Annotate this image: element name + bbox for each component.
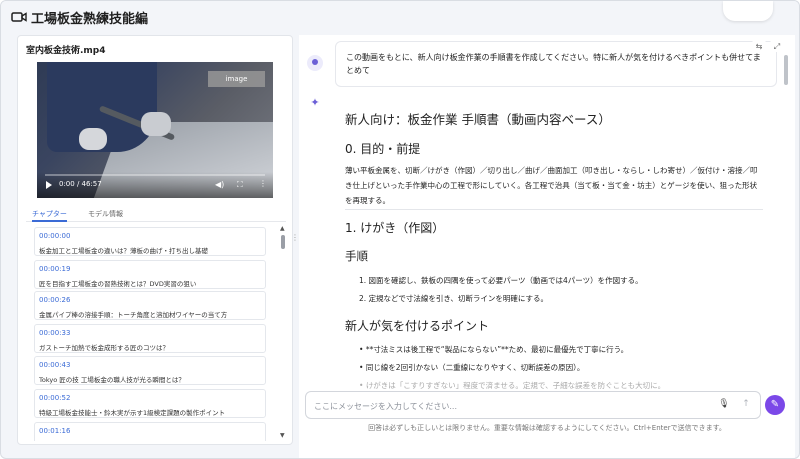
chapter-item[interactable]: 00:00:52 特級工場板金技能士・鈴木実が示す1級検定課題の製作ポイント [34, 389, 266, 418]
user-message: この動画をもとに、新人向け板金作業の手順書を作成してください。特に新人が気を付け… [335, 40, 784, 87]
user-avatar-icon [307, 55, 323, 71]
step-text: 定規などで寸法線を引き、切断ラインを明確にする。 [368, 294, 548, 303]
chapter-desc: 金属パイプ棒の溶接手順：トーチ角度と溶加材ワイヤーの当て方 [39, 311, 228, 319]
message-input-box[interactable]: 🎙 ↑ [305, 391, 761, 419]
list-item: • 同じ線を2回引かない（二重線になりやすく、切断誤差の原因）。 [359, 363, 585, 372]
chapter-time: 00:00:43 [39, 361, 71, 369]
chapter-desc: 匠を目指す工場板金の習熟技術とは？DVD実習の狙い [39, 280, 197, 288]
video-glove [141, 112, 171, 136]
scroll-up-icon[interactable]: ▲ [280, 225, 285, 232]
chapter-time: 00:00:00 [39, 232, 71, 240]
resize-handle-icon[interactable]: ⋮⋮ [291, 233, 307, 243]
chapter-time: 00:01:16 [39, 427, 71, 435]
divider-line [345, 209, 763, 210]
answer-title: 新人向け：板金作業 手順書（動画内容ベース） [345, 112, 611, 127]
chapter-time: 00:00:19 [39, 265, 71, 273]
expand-icon[interactable]: ⤢ [770, 40, 784, 52]
chapter-desc: 板金加工と工場板金の違いは？薄板の曲げ・打ち出し基礎 [39, 247, 208, 255]
point-text: 同じ線を2回引かない（二重線になりやすく、切断誤差の原因）。 [365, 363, 585, 372]
swap-icon[interactable]: ⇆ [752, 40, 766, 52]
chat-panel: この動画をもとに、新人向け板金作業の手順書を作成してください。特に新人が気を付け… [299, 35, 795, 458]
video-controls: 0:00 / 46:57 ◀) ⛶ ⋮ [37, 172, 273, 198]
video-glove [79, 128, 107, 150]
app-window: 工場板金熟練技能編 室内板金技術.mp4 image 0:00 / 46:57 … [0, 0, 800, 459]
more-options-icon[interactable]: ⋮ [259, 179, 267, 188]
list-item: 1. 図面を確認し、鉄板の四隅を使って必要パーツ（動画では4パーツ）を作図する。 [359, 276, 643, 285]
play-icon[interactable] [46, 181, 52, 189]
chapter-item[interactable]: 00:00:19 匠を目指す工場板金の習熟技術とは？DVD実習の狙い [34, 260, 266, 289]
scroll-thumb[interactable] [784, 55, 788, 85]
chapter-desc: 特級工場板金技能士・鈴木実が示す1級検定課題の製作ポイント [39, 409, 226, 417]
send-arrow-icon[interactable]: ↑ [740, 399, 752, 413]
chapter-item[interactable]: 00:00:43 Tokyo 匠の技 工場板金の職人技が光る瞬間とは？ [34, 356, 266, 385]
chat-scrollbar[interactable] [784, 41, 788, 376]
chapter-list: 00:00:00 板金加工と工場板金の違いは？薄板の曲げ・打ち出し基礎 00:0… [26, 223, 290, 441]
scroll-thumb[interactable] [281, 235, 285, 249]
page-title: 工場板金熟練技能編 [31, 12, 149, 27]
video-time: 0:00 / 46:57 [59, 180, 102, 188]
chapter-item[interactable]: 00:00:00 板金加工と工場板金の違いは？薄板の曲げ・打ち出し基礎 [34, 227, 266, 256]
video-camera-icon [11, 12, 27, 22]
header-bar: 工場板金熟練技能編 [1, 1, 799, 35]
chapter-desc: Tokyo 匠の技 工場板金の職人技が光る瞬間とは？ [39, 376, 185, 384]
section-heading: 0. 目的・前提 [345, 142, 421, 156]
tab-model-info[interactable]: モデル情報 [88, 208, 123, 222]
list-item: • **寸法ミスは後工程で“製品にならない”**ため、最初に最優先で丁寧に行う。 [359, 345, 629, 354]
chapter-item[interactable]: 00:00:26 金属パイプ棒の溶接手順：トーチ角度と溶加材ワイヤーの当て方 [34, 291, 266, 320]
step-text: 図面を確認し、鉄板の四隅を使って必要パーツ（動画では4パーツ）を作図する。 [368, 276, 643, 285]
point-text: **寸法ミスは後工程で“製品にならない”**ため、最初に最優先で丁寧に行う。 [365, 345, 629, 354]
top-menu-button[interactable] [723, 1, 773, 21]
answer-paragraph: 薄い平板金属を、切断／けがき（作図）／切り出し／曲げ／曲面加工（叩き出し・ならし… [345, 166, 758, 205]
image-tag: image [208, 71, 265, 87]
chapter-item[interactable]: 00:00:33 ガストーチ加熱で板金成形する匠のコツは？ [34, 324, 266, 353]
section-subheading: 手順 [345, 249, 368, 263]
section-subheading: 新人が気を付けるポイント [345, 319, 490, 333]
section-heading: 1. けがき（作図） [345, 221, 445, 235]
magic-wand-button[interactable]: ✎ [765, 395, 785, 415]
point-text: けがきは「こすりすぎない」程度で済ませる。定規で、子細な誤差を防ぐことも大切に。 [365, 381, 666, 389]
tab-bar: チャプター モデル情報 [26, 208, 286, 222]
disclaimer-text: 回答は必ずしも正しいとは限りません。重要な情報は確認するようにしてください。Ct… [368, 424, 726, 432]
fullscreen-icon[interactable]: ⛶ [237, 180, 243, 190]
chapter-desc: ガストーチ加熱で板金成形する匠のコツは？ [39, 344, 169, 352]
user-message-text: この動画をもとに、新人向け板金作業の手順書を作成してください。特に新人が気を付け… [346, 53, 761, 75]
microphone-icon[interactable]: 🎙 [718, 399, 730, 413]
scroll-down-icon[interactable]: ▼ [280, 432, 285, 439]
ai-sparkle-icon: ✦ [310, 96, 320, 109]
chapter-scrollbar[interactable]: ▲ ▼ [280, 225, 286, 439]
chapter-time: 00:00:52 [39, 394, 71, 402]
chapter-time: 00:00:26 [39, 296, 71, 304]
video-filename: 室内板金技術.mp4 [26, 46, 106, 56]
video-player[interactable]: image 0:00 / 46:57 ◀) ⛶ ⋮ [37, 62, 273, 198]
message-input[interactable] [314, 399, 694, 413]
chapter-item[interactable]: 00:01:16 [34, 422, 266, 441]
ai-answer: 新人向け：板金作業 手順書（動画内容ベース） 0. 目的・前提 薄い平板金属を、… [335, 99, 777, 389]
chapter-time: 00:00:33 [39, 329, 71, 337]
list-item: • けがきは「こすりすぎない」程度で済ませる。定規で、子細な誤差を防ぐことも大切… [359, 381, 666, 389]
list-item: 2. 定規などで寸法線を引き、切断ラインを明確にする。 [359, 294, 548, 303]
video-progress-bar[interactable] [45, 174, 265, 176]
video-panel: 室内板金技術.mp4 image 0:00 / 46:57 ◀) ⛶ ⋮ チャプ… [17, 35, 293, 445]
tab-chapters[interactable]: チャプター [32, 208, 67, 222]
volume-icon[interactable]: ◀) [215, 180, 224, 189]
